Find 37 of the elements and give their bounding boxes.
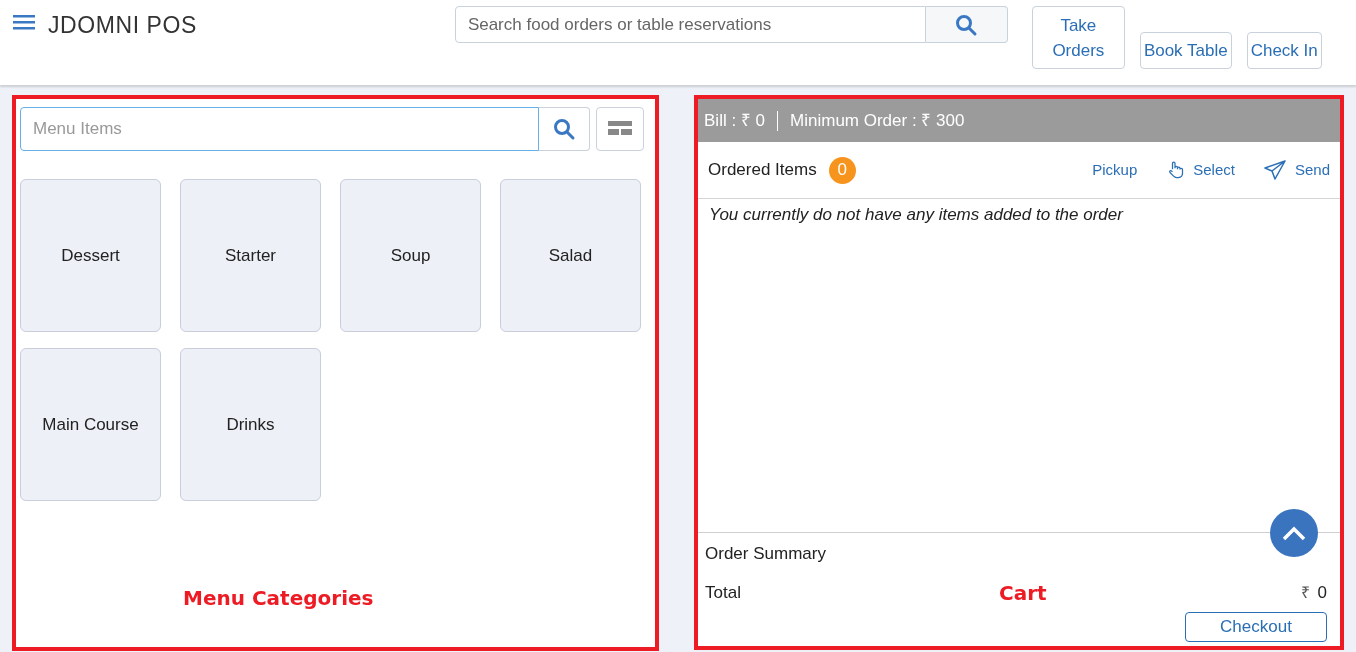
bill-amount: Bill : ₹ 0 (704, 109, 766, 132)
total-value: 0 (1317, 582, 1327, 605)
minimum-order: Minimum Order : ₹ 300 (790, 109, 965, 132)
menu-icon[interactable] (12, 12, 36, 32)
category-tile[interactable]: Dessert (20, 179, 161, 332)
header-button[interactable]: Check In (1246, 32, 1322, 69)
annotation-label: Cart (999, 580, 1047, 607)
category-tile[interactable]: Salad (500, 179, 641, 332)
search-button[interactable] (539, 107, 590, 151)
search-button[interactable] (925, 6, 1008, 43)
layout-icon (608, 121, 632, 137)
layout-toggle-button[interactable] (596, 107, 644, 151)
order-search-field[interactable]: Search food orders or table reservations (454, 6, 926, 43)
category-tile[interactable]: Soup (340, 179, 481, 332)
scroll-up-button[interactable] (1270, 508, 1318, 557)
brand-title: JDOMNI POS (48, 11, 197, 40)
checkout-button[interactable]: Checkout (1185, 612, 1327, 642)
header-button[interactable]: Book Table (1139, 32, 1232, 69)
ordered-items-label: Ordered Items (708, 159, 817, 182)
chevron-up-icon (1282, 524, 1306, 541)
search-icon (552, 117, 576, 141)
count-badge: 0 (828, 156, 856, 184)
order-summary-title: Order Summary (705, 542, 827, 565)
header-button[interactable]: Take Orders (1031, 6, 1125, 69)
currency-symbol: ₹ (1300, 583, 1310, 603)
order-action-link[interactable]: Send (1262, 158, 1330, 182)
total-label: Total (705, 582, 742, 605)
paper-plane-icon (1262, 158, 1287, 182)
category-tile[interactable]: Main Course (20, 348, 161, 501)
category-tile[interactable]: Drinks (180, 348, 321, 501)
menu-search-field[interactable]: Menu Items (20, 107, 539, 151)
empty-order-message: You currently do not have any items added to the order (708, 204, 1125, 226)
order-action-link[interactable]: Pickup (1092, 158, 1138, 182)
search-icon (954, 12, 979, 37)
annotation-label: Menu Categories (183, 585, 375, 612)
order-action-link[interactable]: Select (1165, 158, 1235, 182)
category-tile[interactable]: Starter (180, 179, 321, 332)
